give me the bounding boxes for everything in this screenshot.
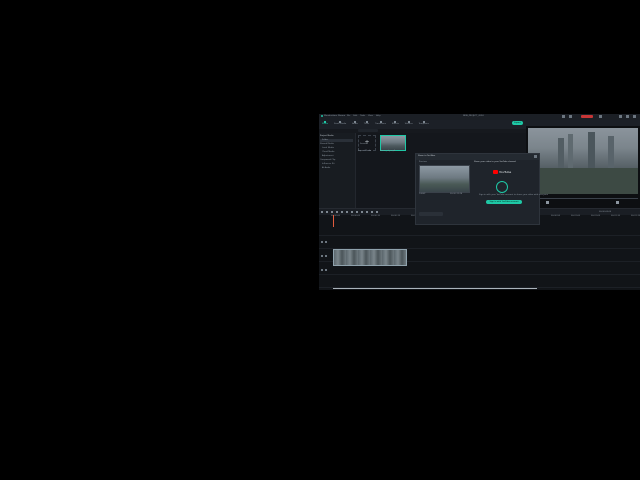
timeline-panel: 00:00:00 00:00:05 00:00:10 00:00:15 00:0… (319, 215, 640, 290)
fullscreen-icon[interactable] (616, 201, 619, 204)
speed-icon[interactable] (356, 211, 358, 213)
app-window: Wondershare Filmora File Edit Tools View… (319, 114, 640, 290)
preview-video-frame (528, 128, 638, 194)
library-item-compound-clip[interactable]: Compound Clip (320, 159, 353, 162)
tab-media[interactable]: Media (322, 121, 328, 126)
track-visibility-icon[interactable] (325, 255, 327, 257)
library-item-folder[interactable]: Folder (320, 139, 353, 142)
menu-item-edit[interactable]: Edit (353, 115, 357, 118)
tab-audio[interactable]: Audio (352, 121, 358, 126)
color-icon[interactable] (361, 211, 363, 213)
building-shape (608, 136, 614, 168)
tab-transitions[interactable]: Transitions (375, 121, 386, 126)
tab-stickers[interactable]: Stickers (405, 121, 413, 126)
ai-tool-icon[interactable] (371, 211, 373, 213)
playback-progress[interactable] (528, 198, 638, 199)
menu-item-file[interactable]: File (347, 115, 350, 118)
app-logo-icon (321, 115, 323, 117)
crop-icon[interactable] (346, 211, 348, 213)
track-row (319, 236, 640, 249)
menu-item-view[interactable]: View (368, 115, 373, 118)
text-icon[interactable] (351, 211, 353, 213)
track-lock-icon[interactable] (321, 269, 323, 271)
dialog-subtitle: Preview (419, 161, 427, 163)
redo-icon[interactable] (331, 211, 333, 213)
project-name: NEW_PROJECT_2024 (463, 115, 484, 117)
settings-icon[interactable] (569, 115, 572, 118)
building-shape (568, 134, 573, 168)
share-dialog: Share to YouTube Preview 1080P 00:00:12:… (415, 153, 548, 225)
player-preview (526, 126, 640, 218)
account-icon[interactable] (599, 115, 602, 118)
video-thumbnail (419, 165, 470, 193)
youtube-icon (493, 170, 498, 174)
track-row (319, 275, 640, 288)
tab-templates[interactable]: Templates (419, 121, 429, 126)
keyframe-icon[interactable] (376, 211, 378, 213)
export-button[interactable]: Export (512, 121, 523, 125)
track-lock-icon[interactable] (321, 241, 323, 243)
library-list: Project Media Folder Shared Media Local … (320, 135, 353, 170)
edit-tools (321, 211, 378, 213)
dialog-header: Share to YouTube (416, 154, 539, 160)
notification-icon[interactable] (562, 115, 565, 118)
connect-account-icon (496, 181, 508, 193)
library-item-project-media[interactable]: Project Media (320, 135, 353, 138)
import-media-label: Import Media (358, 150, 372, 152)
select-tool-icon[interactable] (321, 211, 323, 213)
media-library-panel: Project Media Folder Shared Media Local … (319, 133, 356, 218)
library-item-ai-audio[interactable]: AI Audio (320, 167, 353, 170)
search-input[interactable]: Search (358, 129, 378, 145)
menu-bar: File Edit Tools View Help (347, 115, 380, 118)
toolbar-tabs: Media Stock Media Audio Titles Transitio… (322, 121, 429, 126)
delete-icon[interactable] (336, 211, 338, 213)
timeline-scrollbar[interactable] (333, 288, 537, 289)
maximize-icon[interactable] (626, 115, 629, 118)
track-visibility-icon[interactable] (325, 269, 327, 271)
undo-icon[interactable] (326, 211, 328, 213)
library-item-local-media[interactable]: Local Media (320, 147, 353, 150)
tab-titles[interactable]: Titles (364, 121, 369, 126)
split-icon[interactable] (341, 211, 343, 213)
share-headline: Share your video to your YouTube channel (474, 161, 517, 163)
tab-effects[interactable]: Effects (392, 121, 399, 126)
signin-youtube-button[interactable]: Sign in with YouTube account (486, 200, 522, 204)
dialog-title: Share to YouTube (418, 155, 436, 157)
format-select[interactable] (419, 212, 443, 216)
play-icon[interactable] (546, 201, 549, 204)
audio-edit-icon[interactable] (366, 211, 368, 213)
timeline-timecode: 00:00:00:00 (599, 211, 612, 213)
media-clip-thumbnail[interactable] (380, 135, 406, 151)
youtube-logo: YouTube (493, 170, 511, 174)
duration-label: 00:00:12:24 (450, 193, 463, 195)
tab-stock-media[interactable]: Stock Media (334, 121, 346, 126)
library-item-cloud-media[interactable]: Cloud Media (320, 151, 353, 154)
library-item-shared-media[interactable]: Shared Media (320, 143, 353, 146)
track-lock-icon[interactable] (321, 255, 323, 257)
menu-item-help[interactable]: Help (376, 115, 381, 118)
resolution-label: 1080P (419, 193, 426, 195)
import-media-tile[interactable]: + (358, 135, 376, 151)
video-clip[interactable] (333, 249, 407, 266)
menu-item-tools[interactable]: Tools (360, 115, 365, 118)
minimize-icon[interactable] (619, 115, 622, 118)
share-description: Sign in with your YouTube account to sha… (479, 194, 549, 196)
plus-icon: + (364, 139, 370, 146)
building-shape (558, 138, 564, 168)
close-icon[interactable] (534, 155, 537, 158)
app-title: Wondershare Filmora (324, 115, 346, 117)
close-icon[interactable] (633, 115, 636, 118)
track-visibility-icon[interactable] (325, 241, 327, 243)
ground-shape (528, 168, 638, 194)
library-item-adjustment[interactable]: Adjustment (320, 155, 353, 158)
library-item-influence-kit[interactable]: Influence Kit (320, 163, 353, 166)
building-shape (588, 132, 595, 168)
upgrade-badge[interactable] (581, 115, 593, 118)
media-clip-name: drone_city.mp4 (380, 150, 396, 152)
